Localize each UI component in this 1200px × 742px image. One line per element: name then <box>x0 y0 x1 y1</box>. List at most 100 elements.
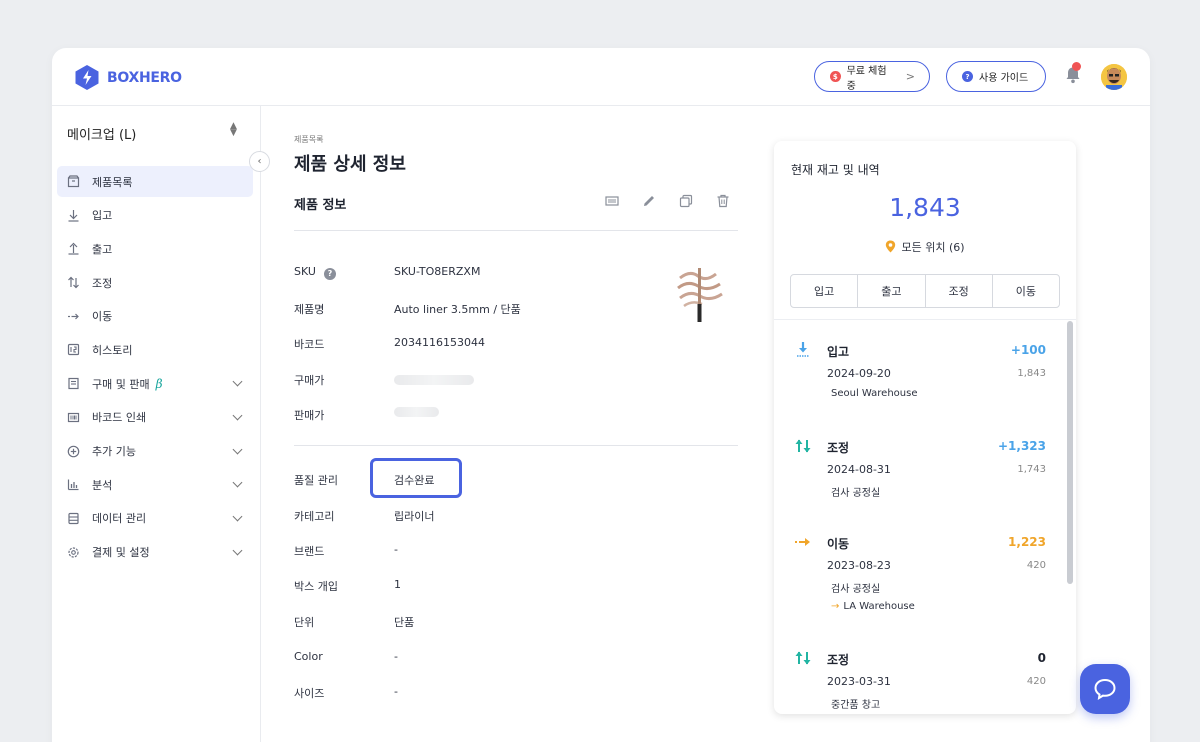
sidebar-item-adjust[interactable]: 조정 <box>57 267 253 298</box>
user-guide-label: 사용 가이드 <box>979 73 1029 84</box>
adjust-button[interactable]: 조정 <box>926 275 993 307</box>
avatar[interactable] <box>1101 64 1127 90</box>
free-trial-label: 무료 체험중 <box>846 65 887 92</box>
sidebar-item-history[interactable]: 히스토리 <box>57 334 253 365</box>
history-balance: 420 <box>1026 676 1046 687</box>
color-value: - <box>394 650 398 663</box>
history-location: Seoul Warehouse <box>831 388 918 399</box>
swap-vertical-icon <box>68 276 79 289</box>
unit-value: 단품 <box>394 616 415 629</box>
history-item[interactable]: 조정 0 2023-03-31 420 중간품 창고 <box>774 645 1064 714</box>
sidebar-item-stock-in[interactable]: 입고 <box>57 200 253 231</box>
plus-circle-icon <box>67 445 80 457</box>
workspace-name[interactable]: 메이크업 (L) <box>67 124 136 143</box>
sidebar: 메이크업 (L) ▲ ▼ 제품목록 입고 출고 조정 이동 히스토리 구매 및 … <box>52 106 261 742</box>
sidebar-item-stock-out[interactable]: 출고 <box>57 233 253 264</box>
sidebar-item-billing-settings[interactable]: 결제 및 설정 <box>57 537 253 568</box>
history-quantity: +1,323 <box>997 439 1046 453</box>
barcode-label-icon[interactable] <box>604 193 620 209</box>
user-guide-button[interactable]: ? 사용 가이드 <box>946 61 1046 92</box>
help-icon[interactable]: ? <box>323 267 336 280</box>
price-label: 판매가 <box>294 409 325 422</box>
box-quantity-value: 1 <box>394 578 401 591</box>
stock-out-button[interactable]: 출고 <box>858 275 926 307</box>
cost-value-blurred <box>394 375 474 385</box>
history-quantity: +100 <box>1010 343 1046 357</box>
arrow-down-icon <box>68 209 79 222</box>
chevron-down-icon <box>232 444 243 454</box>
page-title: 제품 상세 정보 <box>294 154 406 175</box>
history-type: 조정 <box>827 653 850 667</box>
box-quantity-label: 박스 개입 <box>294 580 338 593</box>
move-button[interactable]: 이동 <box>993 275 1059 307</box>
adjust-icon <box>795 439 811 453</box>
free-trial-button[interactable]: $ 무료 체험중 > <box>814 61 930 92</box>
sidebar-nav: 제품목록 입고 출고 조정 이동 히스토리 구매 및 판매 β 바코드 인쇄 추… <box>57 166 253 570</box>
sidebar-item-add-ons[interactable]: 추가 기능 <box>57 436 253 467</box>
sidebar-item-data-management[interactable]: 데이터 관리 <box>57 503 253 534</box>
location-filter-label: 모든 위치 (6) <box>901 241 965 254</box>
history-date: 2023-08-23 <box>827 559 891 572</box>
history-item[interactable]: 조정 +1,323 2024-08-31 1,743 검사 공정실 <box>774 433 1064 523</box>
sku-label-text: SKU <box>294 265 316 278</box>
user-avatar-icon <box>1101 64 1127 90</box>
sidebar-item-barcode-print[interactable]: 바코드 인쇄 <box>57 402 253 433</box>
history-item[interactable]: 이동 1,223 2023-08-23 420 검사 공정실 → LA Wareh… <box>774 529 1064 639</box>
logo[interactable]: BOXHERO <box>74 64 182 91</box>
stock-in-button[interactable]: 입고 <box>791 275 859 307</box>
size-label: 사이즈 <box>294 687 325 700</box>
divider <box>774 319 1076 320</box>
box-icon <box>67 175 80 188</box>
history-quantity: 1,223 <box>1008 535 1046 549</box>
workspace-switch-icon[interactable]: ▲ ▼ <box>230 122 237 138</box>
history-balance: 420 <box>1026 560 1046 571</box>
history-date: 2024-08-31 <box>827 463 891 476</box>
move-arrow-icon <box>68 313 79 320</box>
trash-icon[interactable] <box>715 193 731 209</box>
history-location: 중간품 창고 <box>831 700 881 711</box>
sidebar-item-label: 데이터 관리 <box>92 512 147 526</box>
settings-icon <box>68 546 79 558</box>
arrow-up-icon <box>68 243 79 255</box>
sidebar-item-move[interactable]: 이동 <box>57 301 253 332</box>
history-type: 이동 <box>827 537 850 551</box>
history-type: 조정 <box>827 441 850 455</box>
quality-label: 품질 관리 <box>294 474 338 487</box>
edit-icon[interactable] <box>641 193 657 209</box>
chat-support-button[interactable] <box>1080 664 1130 714</box>
sidebar-item-analytics[interactable]: 분석 <box>57 469 253 500</box>
sidebar-item-products[interactable]: 제품목록 <box>57 166 253 197</box>
receipt-icon <box>68 378 79 390</box>
history-scrollbar[interactable] <box>1067 321 1073 584</box>
quality-highlight-box <box>370 458 462 498</box>
price-value-blurred <box>394 407 439 417</box>
duplicate-icon[interactable] <box>678 193 694 209</box>
section-title: 제품 정보 <box>294 198 347 213</box>
chevron-down-icon <box>232 477 243 488</box>
chevron-down-icon <box>232 545 243 556</box>
chart-icon <box>67 479 79 491</box>
history-destination-text: LA Warehouse <box>843 601 915 612</box>
database-icon <box>68 512 79 524</box>
history-location: 검사 공정실 <box>831 584 881 595</box>
divider <box>294 445 738 446</box>
adjust-icon <box>795 651 811 665</box>
sidebar-item-label: 결제 및 설정 <box>92 546 150 560</box>
collapse-sidebar-button[interactable]: ‹ <box>249 151 270 172</box>
chevron-right-icon: > <box>905 70 915 83</box>
sidebar-item-purchase-sales[interactable]: 구매 및 판매 β <box>57 368 253 399</box>
history-balance: 1,843 <box>1017 368 1046 379</box>
brand-label: 브랜드 <box>294 545 325 558</box>
top-bar: BOXHERO $ 무료 체험중 > ? 사용 가이드 <box>52 48 1150 106</box>
barcode-value: 2034116153044 <box>394 336 485 349</box>
history-item[interactable]: 입고 +100 2024-09-20 1,843 Seoul Warehouse <box>774 337 1064 427</box>
chevron-left-icon: ‹ <box>257 156 262 167</box>
history-quantity: 0 <box>1037 651 1046 665</box>
history-icon <box>67 344 80 356</box>
location-filter[interactable]: 모든 위치 (6) <box>774 239 1076 255</box>
stock-panel-title: 현재 재고 및 내역 <box>791 163 880 177</box>
brand-name: BOXHERO <box>107 69 182 86</box>
category-value: 립라이너 <box>394 510 435 523</box>
sidebar-item-label: 히스토리 <box>92 343 133 357</box>
breadcrumb[interactable]: 제품목록 <box>294 134 323 145</box>
